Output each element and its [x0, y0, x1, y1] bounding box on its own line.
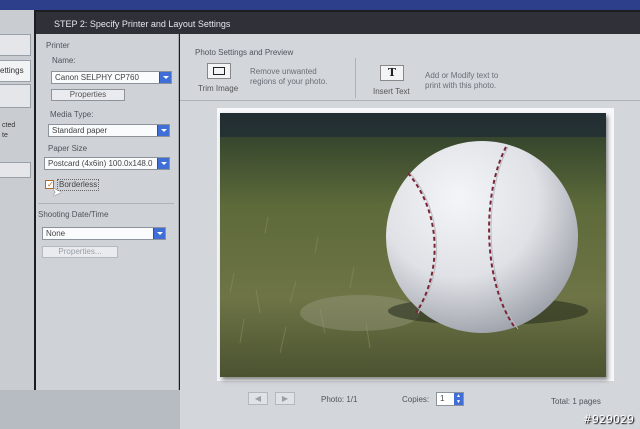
printer-settings-panel: Printer Name: Canon SELPHY CP760 Propert… [36, 34, 179, 390]
printer-section-label: Printer [46, 41, 70, 50]
previous-photo-button[interactable]: ◀ [248, 392, 268, 405]
spinner-arrows-icon[interactable]: ▲ ▼ [454, 393, 463, 405]
paper-size-select[interactable]: Postcard (4x6in) 100.0x148.0 [44, 157, 170, 170]
step-button-4[interactable] [0, 162, 31, 178]
media-type-value: Standard paper [52, 126, 108, 135]
divider [38, 203, 174, 204]
step-button-3[interactable] [0, 84, 31, 108]
paper-size-value: Postcard (4x6in) 100.0x148.0 [48, 159, 153, 168]
insert-desc-line1: Add or Modify text to [425, 71, 499, 80]
tool-divider [355, 58, 356, 98]
trim-image-button[interactable] [207, 63, 231, 79]
step-navigation-strip: ettings cted te [0, 10, 34, 390]
printer-name-value: Canon SELPHY CP760 [55, 73, 139, 82]
step-button-settings-label: ettings [0, 66, 24, 75]
baseball-photo [220, 113, 606, 377]
shooting-date-label: Shooting Date/Time [38, 210, 109, 219]
printer-properties-button[interactable]: Properties [51, 89, 125, 101]
footer-left-area [0, 390, 180, 429]
borderless-label: Borderless [57, 179, 100, 191]
insert-desc-line2: print with this photo. [425, 81, 497, 90]
photo-settings-title: Photo Settings and Preview [195, 48, 294, 57]
step-button-1[interactable] [0, 34, 31, 56]
trim-desc-line2: regions of your photo. [250, 77, 328, 86]
trim-image-label[interactable]: Trim Image [198, 84, 238, 93]
arrow-left-icon: ◀ [254, 394, 262, 403]
chevron-down-icon [157, 125, 169, 136]
chevron-down-icon [153, 228, 165, 239]
window-top-band [0, 0, 640, 10]
next-photo-button[interactable]: ▶ [275, 392, 295, 405]
chevron-down-icon [157, 158, 169, 169]
text-t-icon: T [387, 66, 397, 79]
copies-value[interactable]: 1 [440, 394, 444, 403]
preview-footer: ◀ ▶ Photo: 1/1 Copies: 1 ▲ ▼ Total: 1 pag… [180, 390, 640, 429]
shooting-date-select[interactable]: None [42, 227, 166, 240]
photo-preview[interactable] [220, 113, 606, 377]
media-type-select[interactable]: Standard paper [48, 124, 170, 137]
step-button-settings[interactable]: ettings [0, 60, 31, 82]
paper-size-label: Paper Size [48, 144, 88, 153]
partial-text-2: te [2, 132, 8, 139]
partial-text-1: cted [2, 122, 16, 129]
watermark: #929029 [582, 413, 634, 426]
toolbar-divider [180, 100, 640, 101]
step-title-bar: STEP 2: Specify Printer and Layout Setti… [36, 12, 640, 34]
chevron-down-icon [159, 72, 171, 83]
shooting-date-value: None [46, 229, 66, 238]
total-pages: Total: 1 pages [551, 397, 601, 406]
media-type-label: Media Type: [50, 110, 94, 119]
arrow-right-icon: ▶ [281, 394, 289, 403]
crop-icon [213, 67, 225, 75]
copies-label: Copies: [402, 395, 430, 404]
page-title: STEP 2: Specify Printer and Layout Setti… [54, 19, 231, 29]
trim-desc-line1: Remove unwanted [250, 67, 317, 76]
photo-counter: Photo: 1/1 [321, 395, 358, 404]
insert-text-label[interactable]: Insert Text [373, 87, 410, 96]
shooting-properties-button[interactable]: Properties... [42, 246, 118, 258]
mouse-cursor-icon: ➤ [52, 185, 63, 199]
printer-name-label: Name: [52, 56, 76, 65]
printer-name-select[interactable]: Canon SELPHY CP760 [51, 71, 172, 84]
copies-spinner[interactable]: 1 ▲ ▼ [436, 392, 464, 406]
insert-text-button[interactable]: T [380, 65, 404, 81]
